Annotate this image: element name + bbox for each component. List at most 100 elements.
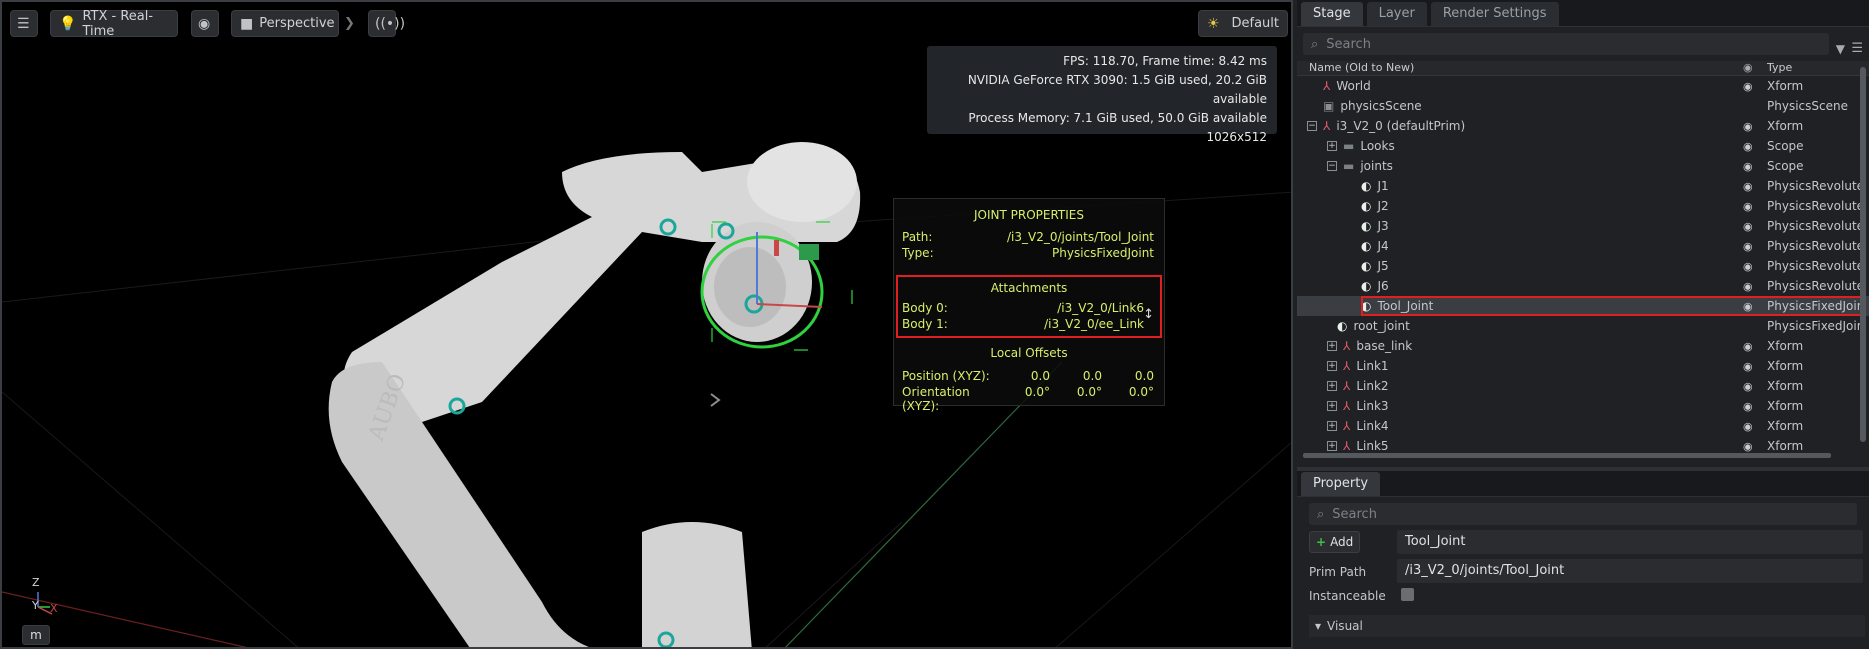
horizontal-scrollbar[interactable] xyxy=(1303,453,1831,458)
visibility-button[interactable]: ◉ xyxy=(191,10,219,37)
filter-icon[interactable]: ▼ xyxy=(1836,42,1845,56)
search-icon: ⌕ xyxy=(1317,506,1325,522)
visibility-eye-icon[interactable]: ◉ xyxy=(1743,120,1753,133)
property-search-input[interactable]: ⌕ Search xyxy=(1309,503,1857,525)
tree-row-type: Xform xyxy=(1767,439,1804,453)
joint-properties-title: JOINT PROPERTIES xyxy=(973,208,1084,222)
menu-icon[interactable]: ☰ xyxy=(1851,41,1863,56)
camera-icon: ■ xyxy=(240,15,254,32)
collapse-icon[interactable]: − xyxy=(1307,121,1317,131)
tree-row[interactable]: − ▬ joints ◉ Scope xyxy=(1297,156,1869,176)
measure-button[interactable]: m xyxy=(22,625,50,645)
tab-stage[interactable]: Stage xyxy=(1301,2,1363,26)
tree-row[interactable]: ◐ Tool_Joint ◉ PhysicsFixedJoin xyxy=(1297,296,1869,316)
local-offsets-title: Local Offsets xyxy=(990,346,1068,360)
camera-button[interactable]: ■ Perspective xyxy=(231,10,339,37)
tree-row-label: physicsScene xyxy=(1340,99,1422,113)
vertical-scrollbar[interactable] xyxy=(1860,67,1866,442)
type-value: PhysicsFixedJoint xyxy=(1052,246,1154,260)
collapse-icon[interactable]: − xyxy=(1327,161,1337,171)
visibility-eye-icon[interactable]: ◉ xyxy=(1743,200,1753,213)
prim-path-field[interactable]: /i3_V2_0/joints/Tool_Joint xyxy=(1397,559,1863,583)
visibility-eye-icon[interactable]: ◉ xyxy=(1743,420,1753,433)
expand-icon[interactable]: + xyxy=(1327,341,1337,351)
expand-icon[interactable]: + xyxy=(1327,361,1337,371)
tree-row-label: J2 xyxy=(1377,199,1389,213)
tree-row[interactable]: ◐ J4 ◉ PhysicsRevolute xyxy=(1297,236,1869,256)
stage-search-placeholder: Search xyxy=(1326,36,1371,52)
tree-row[interactable]: ◐ J6 ◉ PhysicsRevolute xyxy=(1297,276,1869,296)
chevron-right-icon: ❯ xyxy=(344,16,355,31)
broadcast-button[interactable]: ((•)) xyxy=(368,10,405,37)
expand-icon[interactable]: + xyxy=(1327,381,1337,391)
tree-row[interactable]: + ⅄ Link3 ◉ Xform xyxy=(1297,396,1869,416)
tree-row[interactable]: ⅄ World ◉ Xform xyxy=(1297,76,1869,96)
tree-row-type: PhysicsScene xyxy=(1767,99,1848,113)
viewport[interactable]: AUBO ☰ 💡 RTX - Real-Time ◉ ■ Perspective… xyxy=(0,0,1293,649)
cube-icon: ▣ xyxy=(1323,99,1335,113)
visibility-eye-icon[interactable]: ◉ xyxy=(1743,280,1753,293)
tree-row-label: Link5 xyxy=(1356,439,1389,453)
tree-row-label: root_joint xyxy=(1353,319,1410,333)
tree-row[interactable]: ◐ root_joint PhysicsFixedJoin xyxy=(1297,316,1869,336)
visibility-eye-icon[interactable]: ◉ xyxy=(1743,240,1753,253)
visibility-eye-icon[interactable]: ◉ xyxy=(1743,440,1753,453)
visibility-eye-icon[interactable]: ◉ xyxy=(1743,300,1753,313)
xform-icon: ⅄ xyxy=(1343,339,1351,353)
tree-row-type: PhysicsRevolute xyxy=(1767,279,1865,293)
visibility-eye-icon[interactable]: ◉ xyxy=(1743,80,1753,93)
visibility-eye-icon[interactable]: ◉ xyxy=(1743,400,1753,413)
tree-row[interactable]: ◐ J5 ◉ PhysicsRevolute xyxy=(1297,256,1869,276)
renderer-button[interactable]: 💡 RTX - Real-Time xyxy=(50,9,178,39)
visibility-eye-icon[interactable]: ◉ xyxy=(1743,160,1753,173)
expand-icon[interactable]: + xyxy=(1327,441,1337,451)
visibility-eye-icon[interactable]: ◉ xyxy=(1743,140,1753,153)
tree-row[interactable]: − ⅄ i3_V2_0 (defaultPrim) ◉ Xform xyxy=(1297,116,1869,136)
visibility-eye-icon[interactable]: ◉ xyxy=(1743,360,1753,373)
visual-section-header[interactable]: ▾ Visual xyxy=(1309,615,1865,637)
stage-search-input[interactable]: ⌕ Search xyxy=(1303,33,1829,55)
instanceable-checkbox[interactable] xyxy=(1401,588,1414,601)
stats-overlay: FPS: 118.70, Frame time: 8.42 ms NVIDIA … xyxy=(927,46,1277,144)
visibility-eye-icon[interactable]: ◉ xyxy=(1743,180,1753,193)
tree-row-type: PhysicsFixedJoin xyxy=(1767,299,1865,313)
swap-bodies-icon[interactable]: ↕ xyxy=(1143,307,1154,322)
orientation-row: Orientation (XYZ): 0.0° 0.0° 0.0° xyxy=(902,385,1154,413)
expand-icon[interactable]: + xyxy=(1327,401,1337,411)
tree-row-type: Xform xyxy=(1767,119,1804,133)
tree-row[interactable]: + ▬ Looks ◉ Scope xyxy=(1297,136,1869,156)
column-visibility-icon[interactable]: ◉ xyxy=(1743,61,1753,74)
prim-name-field[interactable]: Tool_Joint xyxy=(1397,530,1863,554)
expand-icon[interactable]: + xyxy=(1327,421,1337,431)
column-type-header[interactable]: Type xyxy=(1767,61,1792,74)
folder-icon: ▬ xyxy=(1343,139,1355,153)
gpu-line: NVIDIA GeForce RTX 3090: 1.5 GiB used, 2… xyxy=(967,73,1267,106)
tree-row[interactable]: + ⅄ Link1 ◉ Xform xyxy=(1297,356,1869,376)
tree-row[interactable]: ◐ J2 ◉ PhysicsRevolute xyxy=(1297,196,1869,216)
visibility-eye-icon[interactable]: ◉ xyxy=(1743,380,1753,393)
settings-button[interactable]: ☰ xyxy=(10,10,38,37)
tree-row[interactable]: ◐ J3 ◉ PhysicsRevolute xyxy=(1297,216,1869,236)
tab-layer[interactable]: Layer xyxy=(1366,2,1427,26)
lighting-button[interactable]: ☀ Default xyxy=(1198,10,1288,37)
tree-row[interactable]: ◐ J1 ◉ PhysicsRevolute xyxy=(1297,176,1869,196)
tree-row[interactable]: + ⅄ base_link ◉ Xform xyxy=(1297,336,1869,356)
add-button[interactable]: + Add xyxy=(1309,531,1361,553)
visibility-eye-icon[interactable]: ◉ xyxy=(1743,340,1753,353)
tree-header: Name (Old to New) ◉ Type xyxy=(1297,61,1869,76)
tree-row[interactable]: ▣ physicsScene PhysicsScene xyxy=(1297,96,1869,116)
tree-row[interactable]: + ⅄ Link4 ◉ Xform xyxy=(1297,416,1869,436)
visibility-eye-icon[interactable]: ◉ xyxy=(1743,220,1753,233)
expand-icon[interactable]: + xyxy=(1327,141,1337,151)
stage-tree[interactable]: ⅄ World ◉ Xform ▣ physicsScene PhysicsScene − ⅄ i… xyxy=(1297,76,1869,457)
sun-icon: ☀ xyxy=(1207,15,1220,32)
tree-row-label: J1 xyxy=(1377,179,1389,193)
tab-property[interactable]: Property xyxy=(1301,472,1381,496)
column-name-header[interactable]: Name (Old to New) xyxy=(1309,61,1414,74)
tab-render-settings[interactable]: Render Settings xyxy=(1430,2,1559,26)
position-row: Position (XYZ): 0.0 0.0 0.0 xyxy=(902,369,1154,383)
visibility-eye-icon[interactable]: ◉ xyxy=(1743,260,1753,273)
tree-row[interactable]: + ⅄ Link2 ◉ Xform xyxy=(1297,376,1869,396)
position-z: 0.0 xyxy=(1134,369,1154,383)
xform-icon: ⅄ xyxy=(1343,359,1351,373)
